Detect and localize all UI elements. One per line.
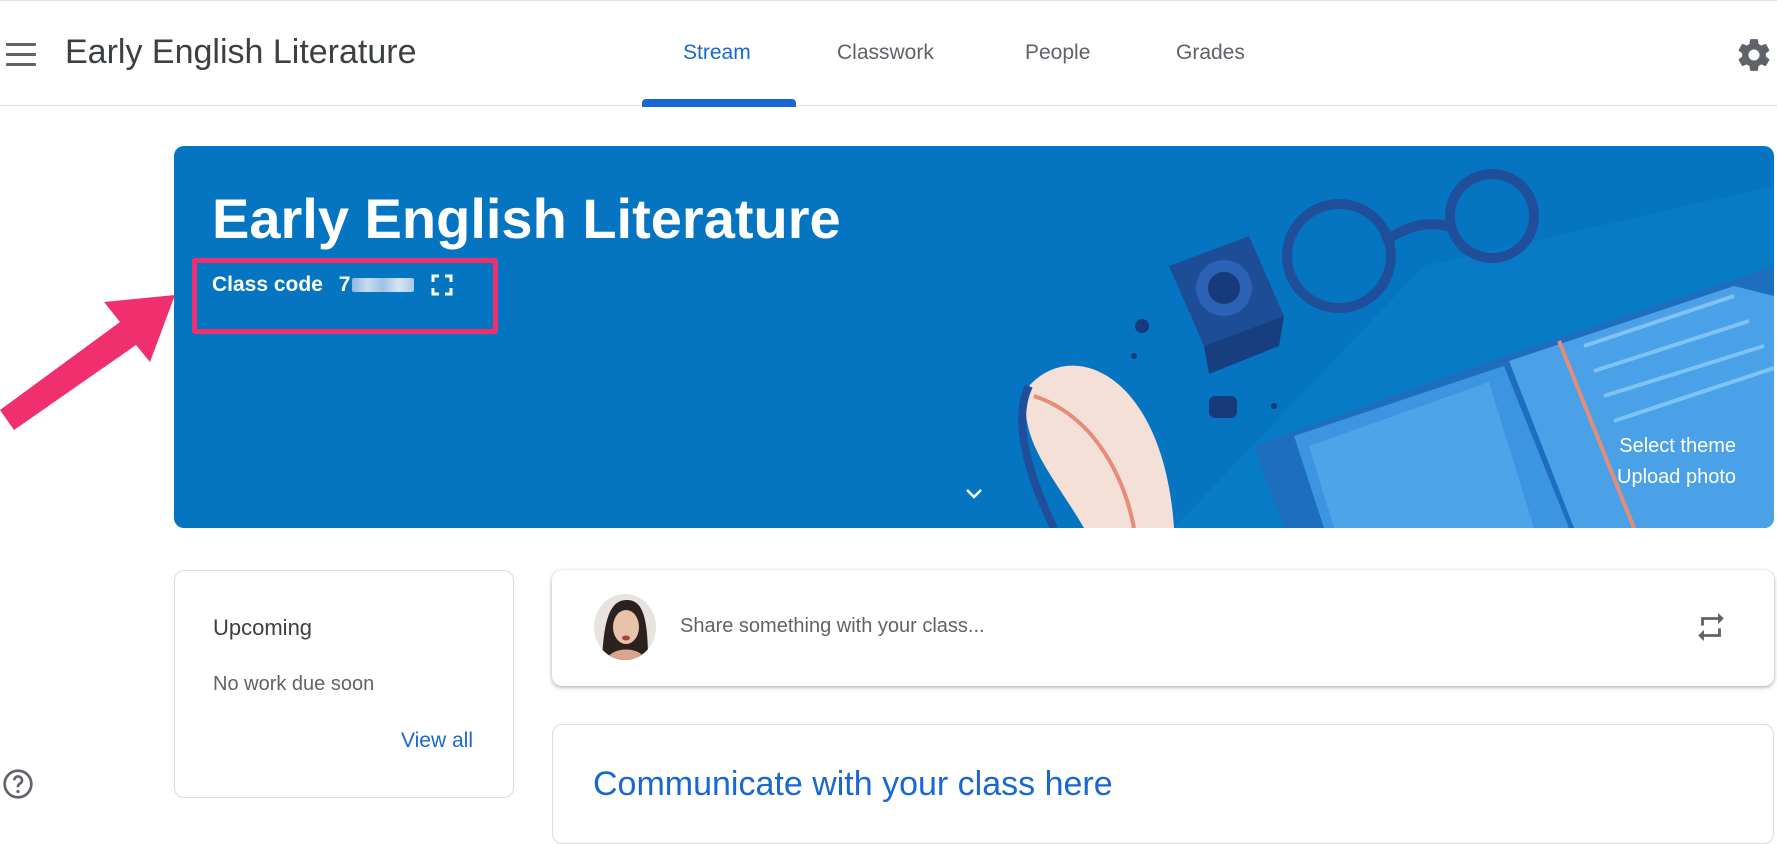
banner-class-title: Early English Literature (212, 187, 841, 250)
tab-people[interactable]: People (1025, 41, 1090, 65)
annotation-arrow-icon (0, 295, 175, 430)
upcoming-empty-text: No work due soon (213, 673, 375, 695)
gear-icon[interactable] (1735, 36, 1773, 74)
chevron-down-icon[interactable] (959, 482, 989, 506)
top-app-bar: Early English Literature Stream Classwor… (0, 0, 1777, 107)
tab-classwork[interactable]: Classwork (837, 41, 934, 65)
class-banner: Early English Literature Class code 7 Se… (174, 146, 1774, 528)
upcoming-card: Upcoming No work due soon View all (174, 570, 514, 798)
upcoming-title: Upcoming (213, 615, 313, 640)
hamburger-menu-icon[interactable] (6, 43, 36, 67)
avatar (594, 594, 656, 660)
select-theme-link[interactable]: Select theme (1619, 435, 1736, 458)
tab-stream[interactable]: Stream (683, 41, 751, 65)
communicate-card: Communicate with your class here (552, 724, 1774, 844)
help-circle-icon[interactable] (2, 768, 34, 800)
class-code-highlight-box (192, 258, 498, 334)
active-tab-indicator (642, 99, 796, 107)
class-title[interactable]: Early English Literature (65, 33, 417, 72)
share-composer[interactable]: Share something with your class... (552, 570, 1774, 686)
tab-grades[interactable]: Grades (1176, 41, 1245, 65)
share-placeholder[interactable]: Share something with your class... (680, 615, 985, 638)
communicate-title: Communicate with your class here (593, 765, 1113, 803)
upload-photo-link[interactable]: Upload photo (1617, 466, 1736, 489)
view-all-link[interactable]: View all (401, 729, 473, 753)
repost-icon[interactable] (1694, 610, 1728, 644)
